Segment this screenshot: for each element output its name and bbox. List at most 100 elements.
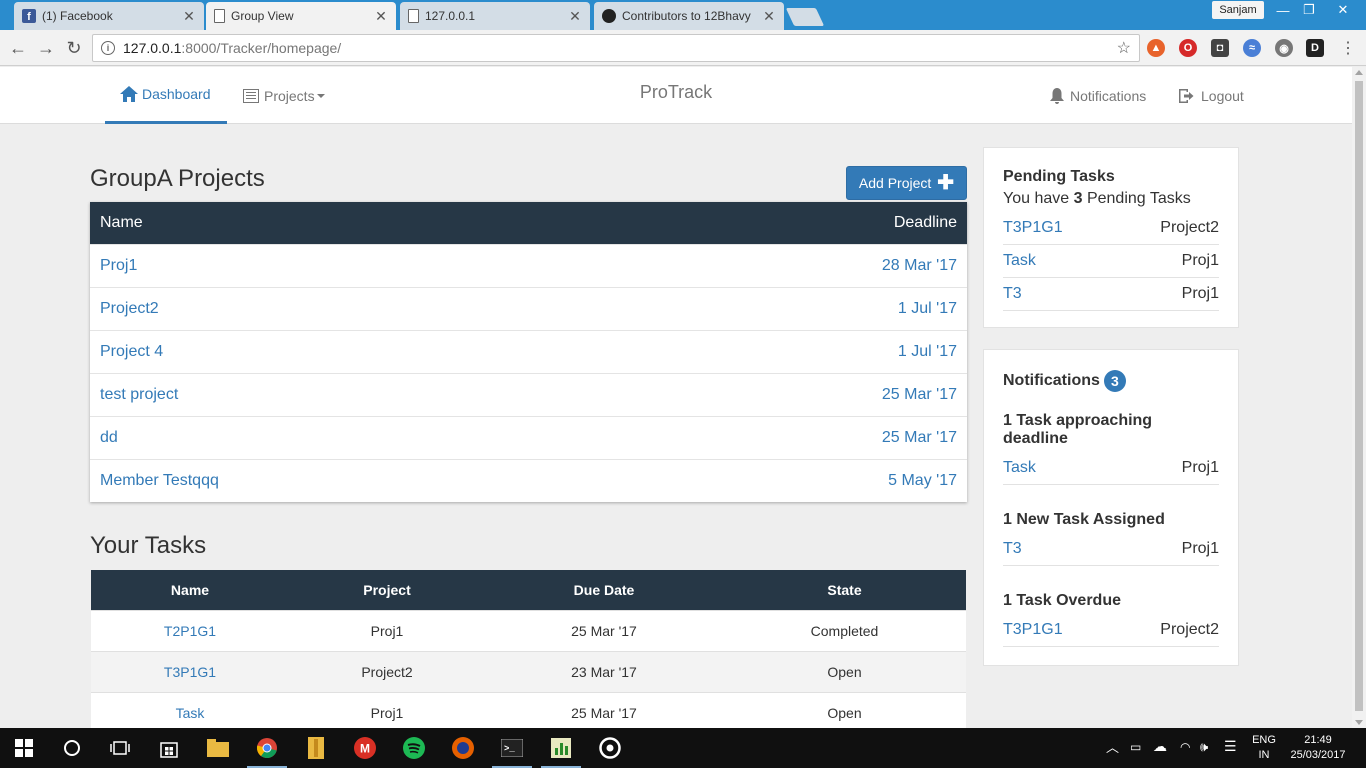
table-row[interactable]: dd 25 Mar '17 [90, 416, 967, 459]
nav-dashboard[interactable]: Dashboard [105, 67, 227, 124]
scroll-down-icon[interactable] [1355, 720, 1363, 725]
volume-icon[interactable]: 🕪 [1200, 739, 1208, 754]
notification-heading: 1 Task Overdue [1003, 592, 1121, 609]
wifi-icon[interactable]: ◠ [1180, 740, 1190, 755]
table-row[interactable]: T3P1G1 Project2 23 Mar '17 Open [91, 651, 966, 692]
close-icon[interactable]: ✕ [374, 8, 388, 25]
close-icon[interactable]: ✕ [568, 8, 582, 25]
archive-icon[interactable] [304, 736, 328, 760]
project-deadline: 1 Jul '17 [897, 343, 957, 360]
app-navbar: ProTrack Dashboard Projects Notification… [0, 67, 1352, 124]
terminal-icon[interactable]: >_ [500, 736, 524, 760]
groove-music-icon[interactable] [598, 736, 622, 760]
table-row[interactable]: Project2 1 Jul '17 [90, 287, 967, 330]
forward-icon[interactable]: → [34, 36, 58, 60]
task-name-link[interactable]: Task [91, 705, 289, 721]
store-icon[interactable] [157, 736, 181, 760]
table-row[interactable]: Proj1 28 Mar '17 [90, 244, 967, 287]
add-project-button[interactable]: Add Project ✚ [846, 166, 967, 200]
list-item[interactable]: T3 Proj1 [1003, 533, 1219, 566]
task-name-link[interactable]: T2P1G1 [91, 623, 289, 639]
clock[interactable]: 21:49 25/03/2017 [1286, 733, 1350, 763]
project-name-link[interactable]: Project 4 [100, 343, 163, 361]
chart-app-icon[interactable] [549, 736, 573, 760]
notification-task-project: Proj1 [1181, 540, 1219, 557]
notification-task-link[interactable]: T3 [1003, 540, 1022, 558]
extension-sync-icon[interactable]: ≈ [1243, 39, 1261, 57]
back-icon[interactable]: ← [6, 36, 30, 60]
svg-text:>_: >_ [504, 744, 515, 754]
list-item[interactable]: T3 Proj1 [1003, 278, 1219, 311]
table-row[interactable]: test project 25 Mar '17 [90, 373, 967, 416]
pending-task-link[interactable]: Task [1003, 252, 1036, 270]
spotify-icon[interactable] [402, 736, 426, 760]
tab-title: Group View [231, 9, 294, 23]
reload-icon[interactable]: ↻ [62, 36, 86, 60]
extension-shield-icon[interactable]: ◘ [1211, 39, 1229, 57]
search-circle-icon[interactable] [60, 736, 84, 760]
pending-task-link[interactable]: T3 [1003, 285, 1022, 303]
chrome-icon[interactable] [255, 736, 279, 760]
scroll-up-icon[interactable] [1355, 70, 1363, 75]
table-header: Name Project Due Date State [91, 570, 966, 610]
project-deadline: 5 May '17 [888, 472, 957, 489]
project-name-link[interactable]: test project [100, 386, 178, 404]
task-due-date: 25 Mar '17 [571, 705, 637, 721]
close-icon[interactable]: ✕ [182, 8, 196, 25]
project-name-link[interactable]: Project2 [100, 300, 159, 318]
extension-d-icon[interactable]: D [1306, 39, 1324, 57]
nav-logout-label: Logout [1201, 87, 1244, 104]
gmail-app-icon[interactable]: M [353, 736, 377, 760]
close-icon[interactable]: ✕ [762, 8, 776, 25]
table-row[interactable]: Project 4 1 Jul '17 [90, 330, 967, 373]
list-item[interactable]: T3P1G1 Project2 [1003, 212, 1219, 245]
column-header-name: Name [170, 582, 210, 598]
new-tab-button[interactable] [785, 8, 825, 26]
project-deadline: 25 Mar '17 [881, 386, 957, 403]
extension-opera-icon[interactable]: O [1179, 39, 1197, 57]
list-item[interactable]: T3P1G1 Project2 [1003, 614, 1219, 647]
address-bar[interactable]: i 127.0.0.1:8000/Tracker/homepage/ ☆ [92, 34, 1140, 62]
project-name-link[interactable]: Member Testqqq [100, 472, 219, 490]
language-indicator[interactable]: ENG IN [1248, 733, 1280, 763]
windows-start-icon[interactable] [12, 736, 36, 760]
tab-localhost[interactable]: 127.0.0.1 ✕ [400, 2, 590, 30]
table-row[interactable]: T2P1G1 Proj1 25 Mar '17 Completed [91, 610, 966, 651]
extension-eye-icon[interactable]: ◉ [1275, 39, 1293, 57]
action-center-icon[interactable]: ☰ [1224, 739, 1237, 754]
list-item[interactable]: Task Proj1 [1003, 452, 1219, 485]
notification-task-link[interactable]: T3P1G1 [1003, 621, 1063, 639]
nav-logout[interactable]: Logout [1179, 67, 1244, 124]
minimize-icon[interactable]: — [1270, 0, 1296, 20]
table-row[interactable]: Task Proj1 25 Mar '17 Open [91, 692, 966, 733]
list-item[interactable]: Task Proj1 [1003, 245, 1219, 278]
bookmark-star-icon[interactable]: ☆ [1117, 38, 1131, 58]
onedrive-icon[interactable]: ☁ [1153, 739, 1167, 754]
nav-notifications[interactable]: Notifications [1050, 67, 1146, 124]
battery-icon[interactable]: ▭ [1130, 740, 1141, 755]
add-project-label: Add Project [858, 175, 932, 191]
scroll-thumb[interactable] [1355, 81, 1363, 711]
notification-task-link[interactable]: Task [1003, 459, 1036, 477]
tray-chevron-icon[interactable]: ︿ [1106, 740, 1119, 755]
restore-icon[interactable]: ❐ [1296, 0, 1322, 20]
nav-projects[interactable]: Projects [243, 67, 325, 124]
page-scrollbar[interactable] [1352, 67, 1366, 728]
info-icon[interactable]: i [101, 41, 115, 55]
task-view-icon[interactable] [108, 736, 132, 760]
tab-group-view[interactable]: Group View ✕ [206, 2, 396, 30]
project-name-link[interactable]: dd [100, 429, 118, 447]
profile-button[interactable]: Sanjam [1212, 1, 1264, 19]
firefox-icon[interactable] [451, 736, 475, 760]
task-name-link[interactable]: T3P1G1 [91, 664, 289, 680]
menu-icon[interactable]: ⋮ [1340, 38, 1356, 58]
tab-github[interactable]: Contributors to 12Bhavy ✕ [594, 2, 784, 30]
file-explorer-icon[interactable] [206, 736, 230, 760]
extension-fire-icon[interactable]: ▲ [1147, 39, 1165, 57]
pending-task-link[interactable]: T3P1G1 [1003, 219, 1063, 237]
table-row[interactable]: Member Testqqq 5 May '17 [90, 459, 967, 502]
project-deadline: 28 Mar '17 [881, 257, 957, 274]
tab-facebook[interactable]: f (1) Facebook ✕ [14, 2, 204, 30]
project-name-link[interactable]: Proj1 [100, 257, 137, 275]
window-close-icon[interactable]: ✕ [1326, 0, 1360, 20]
